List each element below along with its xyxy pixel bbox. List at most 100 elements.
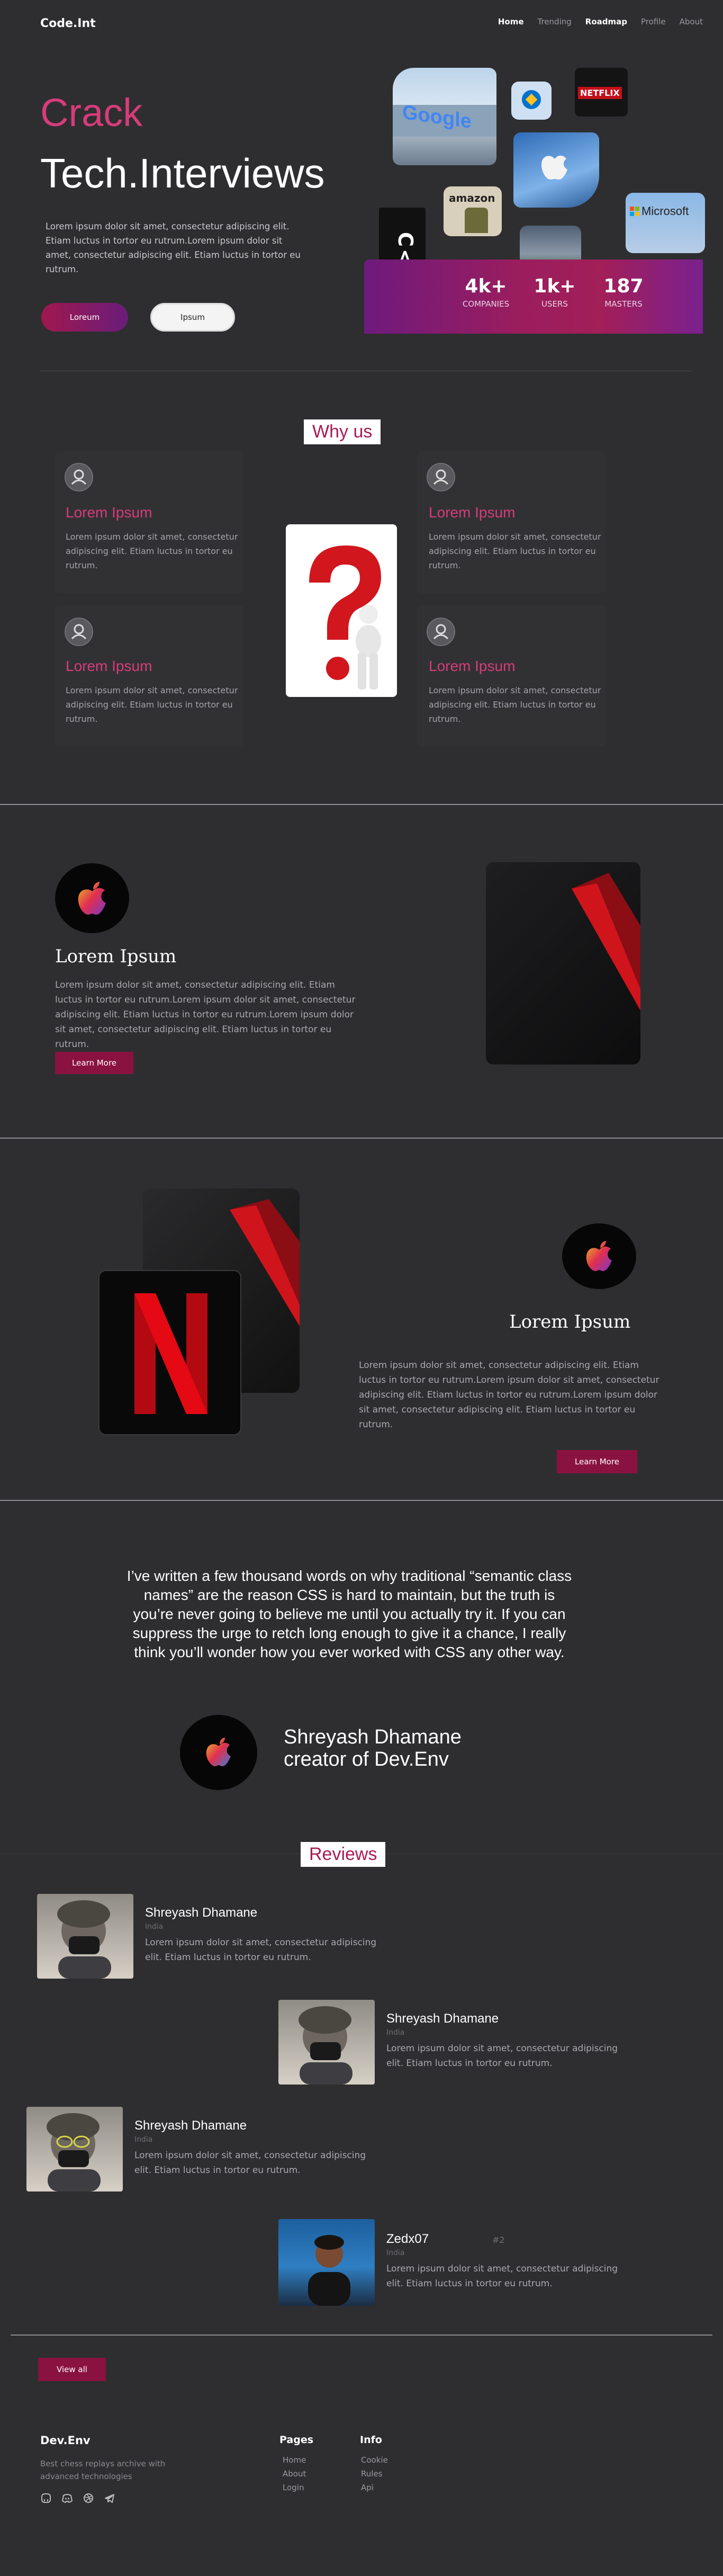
section-divider	[0, 804, 723, 805]
why-card-heading: Lorem Ipsum	[66, 504, 152, 521]
reviewer-name: Zedx07	[386, 2232, 429, 2246]
amazon-box-image: amazon	[444, 186, 502, 236]
reviewer-photo	[278, 2219, 375, 2306]
author-name: Shreyash Dhamane	[284, 1726, 462, 1748]
why-card-heading: Lorem Ipsum	[429, 504, 516, 521]
why-card-text: Lorem ipsum dolor sit amet, consectetur …	[429, 532, 601, 570]
nav-profile-link[interactable]: Profile	[641, 17, 666, 26]
reviews-divider	[11, 2334, 712, 2336]
stats-banner: 4k+ COMPANIES 1k+ USERS 187 MASTERS	[364, 260, 703, 334]
stat-label: USERS	[541, 299, 568, 309]
why-card-heading: Lorem Ipsum	[429, 658, 516, 674]
review-card-2: Shreyash Dhamane India Lorem ipsum dolor…	[278, 2000, 649, 2085]
reviewer-name: Shreyash Dhamane	[386, 2011, 499, 2026]
netflix-card-image	[486, 862, 640, 1065]
telegram-icon[interactable]	[104, 2492, 115, 2504]
why-card-heading: Lorem Ipsum	[66, 658, 152, 674]
apple-icon	[78, 882, 106, 915]
user-icon	[65, 463, 93, 491]
hero-paragraph: Lorem ipsum dolor sit amet, consectetur …	[46, 221, 301, 274]
dribbble-icon[interactable]	[83, 2492, 94, 2504]
microsoft-logo-text: Microsoft	[641, 204, 689, 218]
netflix-logo-text: NETFLIX	[578, 87, 622, 99]
review-text: Lorem ipsum dolor sit amet, consectetur …	[134, 2150, 366, 2176]
footer-tagline: Best chess replays archive with advanced…	[40, 2459, 166, 2481]
user-icon	[65, 618, 93, 646]
ipsum-button[interactable]: Ipsum	[150, 303, 235, 332]
stat-masters: 187 MASTERS	[592, 275, 655, 309]
walmart-logo-image	[511, 82, 552, 120]
why-card-text: Lorem ipsum dolor sit amet, consectetur …	[429, 685, 601, 724]
review-card-4: Zedx07 #2 India Lorem ipsum dolor sit am…	[278, 2219, 649, 2306]
nav-roadmap-link[interactable]: Roadmap	[585, 17, 627, 26]
feature1-text: Lorem ipsum dolor sit amet, consectetur …	[55, 980, 356, 1050]
user-icon	[427, 618, 455, 646]
footer-link-rules[interactable]: Rules	[361, 2469, 382, 2479]
stat-value: 1k+	[534, 275, 576, 297]
hero-title-accent: Crack	[40, 91, 143, 135]
feature2-heading: Lorem Ipsum	[509, 1311, 631, 1332]
stat-value: 4k+	[465, 275, 507, 297]
reviews-title: Reviews	[301, 1842, 386, 1867]
view-all-button[interactable]: View all	[38, 2358, 106, 2381]
feature1-heading: Lorem Ipsum	[55, 946, 177, 967]
top-nav: Home Trending Roadmap Profile About	[498, 17, 703, 26]
why-card-1: Lorem Ipsum Lorem ipsum dolor sit amet, …	[55, 451, 243, 593]
why-us-title: Why us	[304, 419, 381, 444]
stat-companies: 4k+ COMPANIES	[454, 275, 518, 309]
nav-home-link[interactable]: Home	[498, 17, 524, 26]
github-icon[interactable]	[40, 2492, 52, 2504]
apple-icon	[586, 1241, 612, 1271]
apple-logo-circle	[55, 863, 129, 933]
why-card-3: Lorem Ipsum Lorem ipsum dolor sit amet, …	[55, 605, 243, 747]
footer-link-cookie[interactable]: Cookie	[361, 2455, 388, 2465]
question-mark-image	[286, 524, 397, 697]
why-card-text: Lorem ipsum dolor sit amet, consectetur …	[66, 532, 238, 570]
apple-logo-circle	[562, 1223, 636, 1289]
discord-icon[interactable]	[61, 2492, 73, 2504]
why-card-2: Lorem Ipsum Lorem ipsum dolor sit amet, …	[417, 451, 605, 593]
reviewer-name: Shreyash Dhamane	[134, 2118, 247, 2133]
footer-link-login[interactable]: Login	[283, 2483, 304, 2492]
user-icon	[427, 463, 455, 491]
feature2-text: Lorem ipsum dolor sit amet, consectetur …	[359, 1360, 659, 1430]
nav-about-link[interactable]: About	[680, 17, 703, 26]
reviewer-location: India	[145, 1922, 164, 1931]
footer-brand: Dev.Env	[40, 2434, 91, 2447]
reviewer-rank: #2	[492, 2235, 505, 2245]
loreum-button[interactable]: Loreum	[41, 303, 128, 332]
footer-info-title: Info	[360, 2434, 382, 2446]
testimonial-quote: I’ve written a few thousand words on why…	[126, 1568, 572, 1660]
apple-icon	[206, 1738, 231, 1766]
apple-building-image	[513, 132, 599, 208]
nav-trending-link[interactable]: Trending	[538, 17, 572, 26]
google-building-image: Google	[393, 68, 496, 165]
amazon-logo-text: amazon	[449, 192, 495, 204]
reviewer-location: India	[386, 2028, 405, 2037]
section-divider	[0, 1500, 723, 1501]
why-card-text: Lorem ipsum dolor sit amet, consectetur …	[66, 685, 238, 724]
netflix-n-logo-image	[98, 1270, 241, 1435]
social-links	[40, 2492, 115, 2504]
feature2-learn-more-button[interactable]: Learn More	[557, 1450, 637, 1473]
stat-label: MASTERS	[604, 299, 643, 309]
review-card-3: Shreyash Dhamane India Lorem ipsum dolor…	[26, 2107, 397, 2192]
netflix-logo-image: NETFLIX	[575, 68, 628, 117]
review-text: Lorem ipsum dolor sit amet, consectetur …	[386, 2264, 618, 2289]
author-avatar	[180, 1715, 257, 1790]
review-card-1: Shreyash Dhamane India Lorem ipsum dolor…	[37, 1894, 386, 1979]
footer-link-api[interactable]: Api	[361, 2483, 374, 2492]
review-text: Lorem ipsum dolor sit amet, consectetur …	[386, 2043, 618, 2069]
reviewer-photo	[26, 2107, 123, 2192]
review-text: Lorem ipsum dolor sit amet, consectetur …	[145, 1937, 377, 1963]
reviewer-name: Shreyash Dhamane	[145, 1906, 258, 1920]
feature1-learn-more-button[interactable]: Learn More	[55, 1052, 133, 1074]
stat-users: 1k+ USERS	[523, 275, 586, 309]
hero-title-main: Tech.Interviews	[40, 150, 325, 196]
footer-link-home[interactable]: Home	[283, 2455, 306, 2465]
footer-link-about[interactable]: About	[283, 2469, 306, 2479]
section-divider	[0, 1138, 723, 1139]
stat-value: 187	[603, 275, 644, 297]
microsoft-building-image: Microsoft	[626, 193, 705, 253]
brand-logo[interactable]: Code.Int	[40, 17, 96, 30]
